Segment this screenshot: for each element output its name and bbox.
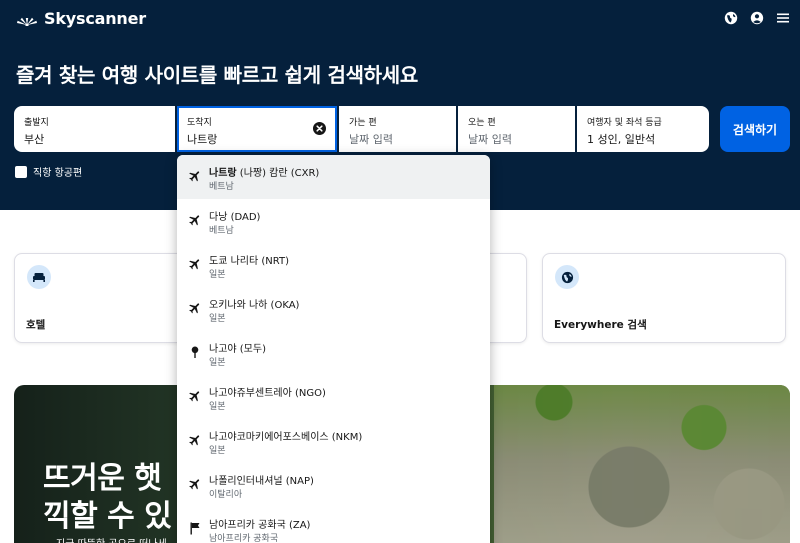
- suggestion-country: 일본: [209, 270, 226, 280]
- airplane-icon: [188, 169, 202, 183]
- search-button[interactable]: 검색하기: [720, 106, 790, 152]
- airplane-icon: [188, 433, 202, 447]
- page-title: 즐겨 찾는 여행 사이트를 빠르고 쉽게 검색하세요: [16, 63, 418, 87]
- suggestion-country: 일본: [209, 358, 226, 368]
- suggestion-country: 일본: [209, 446, 226, 456]
- direct-flights-checkbox[interactable]: [15, 165, 27, 178]
- clear-destination-button[interactable]: [313, 122, 326, 135]
- suggestion-item[interactable]: 도쿄 나리타 (NRT) 일본: [177, 243, 490, 287]
- suggestion-item[interactable]: 나고야 (모두) 일본: [177, 331, 490, 375]
- suggestion-country: 베트남: [209, 182, 234, 192]
- depart-date-field[interactable]: 가는 편 날짜 입력: [339, 106, 456, 152]
- depart-placeholder: 날짜 입력: [349, 133, 393, 146]
- suggestion-item[interactable]: 나폴리인터내셔널 (NAP) 이탈리아: [177, 463, 490, 507]
- return-date-field[interactable]: 오는 편 날짜 입력: [458, 106, 575, 152]
- header-icons: [724, 10, 790, 25]
- destination-field[interactable]: 도착지 나트랑: [177, 106, 337, 152]
- location-pin-icon: [188, 345, 202, 359]
- everywhere-card[interactable]: Everywhere 검색: [542, 253, 786, 343]
- destination-label: 도착지: [187, 118, 212, 128]
- origin-label: 출발지: [24, 118, 49, 128]
- suggestion-country: 베트남: [209, 226, 234, 236]
- menu-icon[interactable]: [776, 10, 790, 24]
- suggestion-name: 나고야 (모두): [209, 344, 266, 355]
- airplane-icon: [188, 477, 202, 491]
- banner-title-line2: 끽할 수 있: [43, 499, 172, 534]
- suggestion-item[interactable]: 나트랑 (나짱) 캄란 (CXR) 베트남: [177, 155, 490, 199]
- suggestion-name: 오키나와 나하 (OKA): [209, 300, 300, 311]
- close-icon: [316, 125, 323, 132]
- skyscanner-logo[interactable]: Skyscanner: [16, 9, 146, 28]
- banner-subtitle: 지금 따뜻한 곳으로 떠나세: [56, 535, 167, 543]
- suggestion-country: 남아프리카 공화국: [209, 534, 279, 543]
- airplane-icon: [188, 257, 202, 271]
- airplane-icon: [188, 301, 202, 315]
- banner-image: [494, 385, 790, 543]
- suggestion-name: 나트랑 (나짱) 캄란 (CXR): [209, 168, 320, 179]
- airplane-icon: [188, 213, 202, 227]
- logo-text: Skyscanner: [44, 9, 146, 28]
- globe-icon: [555, 265, 579, 289]
- direct-flights-option[interactable]: 직항 항공편: [15, 164, 82, 179]
- suggestion-name: 도쿄 나리타 (NRT): [209, 256, 289, 267]
- flag-icon: [188, 521, 202, 535]
- suggestion-name: 다낭 (DAD): [209, 212, 261, 223]
- direct-flights-label: 직항 항공편: [33, 168, 83, 179]
- account-icon[interactable]: [750, 10, 764, 25]
- airplane-icon: [188, 389, 202, 403]
- globe-icon[interactable]: [724, 10, 738, 25]
- suggestion-item[interactable]: 오키나와 나하 (OKA) 일본: [177, 287, 490, 331]
- return-placeholder: 날짜 입력: [468, 133, 512, 146]
- suggestion-name: 나고야코마키에어포스베이스 (NKM): [209, 432, 363, 443]
- suggestion-name: 남아프리카 공화국 (ZA): [209, 520, 311, 531]
- destination-suggestions: 나트랑 (나짱) 캄란 (CXR) 베트남 다낭 (DAD) 베트남 도쿄 나리…: [177, 155, 490, 543]
- suggestion-item[interactable]: 다낭 (DAD) 베트남: [177, 199, 490, 243]
- destination-input[interactable]: 나트랑: [187, 131, 327, 147]
- origin-value[interactable]: 부산: [24, 131, 165, 147]
- hotel-card-label: 호텔: [26, 319, 46, 331]
- origin-field[interactable]: 출발지 부산: [14, 106, 175, 152]
- suggestion-country: 일본: [209, 402, 226, 412]
- depart-label: 가는 편: [349, 118, 377, 128]
- suggestion-item[interactable]: 나고야쥬부센트레아 (NGO) 일본: [177, 375, 490, 419]
- return-label: 오는 편: [468, 118, 496, 128]
- banner-title-line1: 뜨거운 햇: [43, 461, 162, 496]
- suggestion-country: 이탈리아: [209, 490, 243, 500]
- travellers-value: 1 성인, 일반석: [587, 133, 656, 146]
- everywhere-card-label: Everywhere 검색: [554, 319, 647, 331]
- bed-icon: [27, 265, 51, 289]
- suggestion-item[interactable]: 나고야코마키에어포스베이스 (NKM) 일본: [177, 419, 490, 463]
- suggestion-name: 나고야쥬부센트레아 (NGO): [209, 388, 326, 399]
- suggestion-item[interactable]: 남아프리카 공화국 (ZA) 남아프리카 공화국: [177, 507, 490, 543]
- travellers-label: 여행자 및 좌석 등급: [587, 118, 662, 128]
- travellers-field[interactable]: 여행자 및 좌석 등급 1 성인, 일반석: [577, 106, 709, 152]
- suggestion-country: 일본: [209, 314, 226, 324]
- banner-title: 뜨거운 햇 끽할 수 있: [43, 460, 172, 536]
- sunburst-logo-icon: [17, 17, 37, 26]
- suggestion-name: 나폴리인터내셔널 (NAP): [209, 476, 314, 487]
